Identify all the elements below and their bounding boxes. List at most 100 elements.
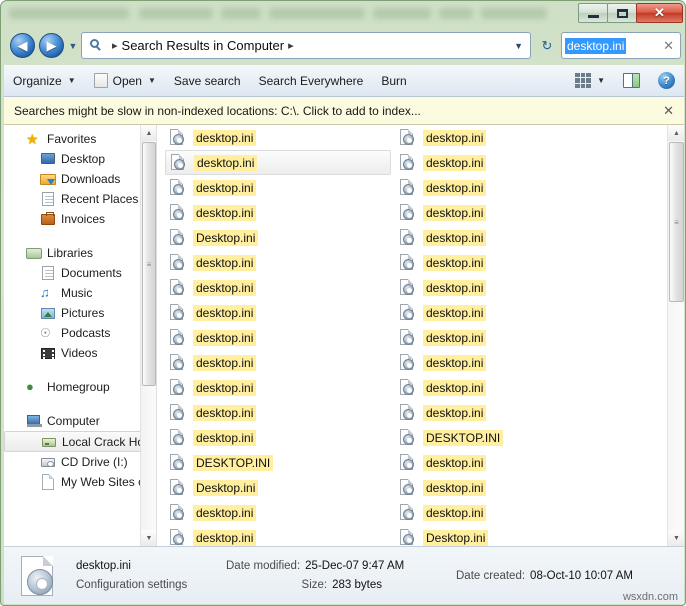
list-item[interactable]: desktop.ini <box>165 525 395 546</box>
file-column: desktop.ini desktop.ini desktop.ini desk… <box>165 125 395 546</box>
sidebar-item-recent-places[interactable]: Recent Places <box>4 189 156 209</box>
help-button[interactable]: ? <box>649 65 684 96</box>
burn-button[interactable]: Burn <box>372 65 415 96</box>
maximize-button[interactable] <box>607 3 637 23</box>
list-item[interactable]: DESKTOP.INI <box>395 425 625 450</box>
sidebar-item-favorites[interactable]: ★ Favorites <box>4 129 156 149</box>
sidebar-item-documents[interactable]: Documents <box>4 263 156 283</box>
file-name-label: desktop.ini <box>423 254 487 271</box>
sidebar-item-music[interactable]: ♫ Music <box>4 283 156 303</box>
list-item[interactable]: desktop.ini <box>165 200 395 225</box>
file-name-label: desktop.ini <box>423 304 487 321</box>
file-list-scrollbar[interactable]: ▲ ≡ ▼ <box>667 125 684 546</box>
change-view-button[interactable]: ▼ <box>566 65 614 96</box>
list-item[interactable]: desktop.ini <box>395 175 625 200</box>
address-bar: ◀ ▶ ▼ ▸ Search Results in Computer ▸ ▼ ↻… <box>1 27 685 65</box>
nav-group-computer: Computer Local Crack Hou CD Drive (I:) M… <box>4 411 156 492</box>
cd-drive-icon <box>40 454 56 470</box>
breadcrumb[interactable]: ▸ Search Results in Computer ▸ ▼ <box>81 32 531 59</box>
list-item[interactable]: desktop.ini <box>165 275 395 300</box>
file-name-label: desktop.ini <box>193 429 257 446</box>
list-item[interactable]: desktop.ini <box>395 275 625 300</box>
recent-pages-dropdown[interactable]: ▼ <box>67 41 79 51</box>
scroll-up-button[interactable]: ▲ <box>141 125 156 141</box>
list-item[interactable]: desktop.ini <box>165 325 395 350</box>
list-item[interactable]: Desktop.ini <box>165 475 395 500</box>
scroll-down-button[interactable]: ▼ <box>141 530 156 546</box>
save-search-button[interactable]: Save search <box>165 65 250 96</box>
window-controls: ✕ <box>578 3 683 23</box>
breadcrumb-trailing-separator-icon[interactable]: ▸ <box>288 39 294 52</box>
sidebar-item-computer[interactable]: Computer <box>4 411 156 431</box>
navigation-pane-scrollbar[interactable]: ▲ ≡ ▼ <box>140 125 156 546</box>
list-item[interactable]: desktop.ini <box>395 375 625 400</box>
scroll-down-button[interactable]: ▼ <box>668 530 684 546</box>
sidebar-label: Pictures <box>61 306 105 320</box>
file-name-label: desktop.ini <box>423 454 487 471</box>
list-item[interactable]: desktop.ini <box>395 200 625 225</box>
list-item[interactable]: desktop.ini <box>395 350 625 375</box>
sidebar-item-pictures[interactable]: Pictures <box>4 303 156 323</box>
list-item[interactable]: desktop.ini <box>165 400 395 425</box>
sidebar-item-cd-drive[interactable]: CD Drive (I:) <box>4 452 156 472</box>
refresh-button[interactable]: ↻ <box>535 33 559 58</box>
sidebar-item-desktop[interactable]: Desktop <box>4 149 156 169</box>
sidebar-item-downloads[interactable]: Downloads <box>4 169 156 189</box>
minimize-button[interactable] <box>578 3 608 23</box>
search-everywhere-button[interactable]: Search Everywhere <box>250 65 373 96</box>
chevron-up-icon: ▲ <box>145 129 153 137</box>
list-item[interactable]: desktop.ini <box>395 450 625 475</box>
back-button[interactable]: ◀ <box>10 33 35 58</box>
list-item[interactable]: DESKTOP.INI <box>165 450 395 475</box>
list-item[interactable]: Desktop.ini <box>395 525 625 546</box>
sidebar-item-videos[interactable]: Videos <box>4 343 156 363</box>
list-item[interactable]: desktop.ini <box>165 250 395 275</box>
list-item[interactable]: desktop.ini <box>395 500 625 525</box>
list-item[interactable]: desktop.ini <box>395 475 625 500</box>
scrollbar-thumb[interactable]: ≡ <box>669 142 684 302</box>
file-name-label: desktop.ini <box>193 129 257 146</box>
ini-file-icon <box>169 503 187 522</box>
list-item[interactable]: Desktop.ini <box>165 225 395 250</box>
list-item[interactable]: desktop.ini <box>395 125 625 150</box>
explorer-window: ✕ ◀ ▶ ▼ ▸ Search Results in Computer ▸ ▼… <box>0 0 686 606</box>
ini-file-icon <box>399 178 417 197</box>
index-notification-bar[interactable]: Searches might be slow in non-indexed lo… <box>4 97 684 125</box>
organize-button[interactable]: Organize ▼ <box>4 65 85 96</box>
search-input[interactable]: desktop.ini ✕ <box>561 32 681 59</box>
list-item[interactable]: desktop.ini <box>395 300 625 325</box>
list-item[interactable]: desktop.ini <box>165 175 395 200</box>
close-button[interactable]: ✕ <box>636 3 683 23</box>
list-item[interactable]: desktop.ini <box>165 425 395 450</box>
file-name-label: DESKTOP.INI <box>423 429 504 446</box>
list-item[interactable]: desktop.ini <box>395 150 625 175</box>
list-item[interactable]: desktop.ini <box>165 375 395 400</box>
ini-file-icon <box>399 378 417 397</box>
sidebar-item-invoices[interactable]: Invoices <box>4 209 156 229</box>
clear-search-icon[interactable]: ✕ <box>663 38 677 54</box>
list-item[interactable]: desktop.ini <box>395 225 625 250</box>
sidebar-item-libraries[interactable]: Libraries <box>4 243 156 263</box>
open-button[interactable]: Open ▼ <box>85 65 165 96</box>
chevron-down-icon[interactable]: ▼ <box>514 41 526 51</box>
file-list-view[interactable]: desktop.ini desktop.ini desktop.ini desk… <box>157 125 684 546</box>
list-item[interactable]: desktop.ini <box>165 300 395 325</box>
scroll-up-button[interactable]: ▲ <box>668 125 684 141</box>
ini-file-icon <box>169 428 187 447</box>
sidebar-item-my-web-sites[interactable]: My Web Sites on <box>4 472 156 492</box>
ini-file-icon <box>399 503 417 522</box>
preview-pane-button[interactable] <box>614 65 649 96</box>
list-item[interactable]: desktop.ini <box>395 250 625 275</box>
sidebar-item-homegroup[interactable]: ● Homegroup <box>4 377 156 397</box>
list-item[interactable]: desktop.ini <box>395 325 625 350</box>
list-item[interactable]: desktop.ini <box>165 350 395 375</box>
list-item[interactable]: desktop.ini <box>165 125 395 150</box>
sidebar-item-local-disk[interactable]: Local Crack Hou <box>4 431 156 452</box>
scrollbar-thumb[interactable]: ≡ <box>142 142 156 386</box>
sidebar-item-podcasts[interactable]: ☉ Podcasts <box>4 323 156 343</box>
forward-button[interactable]: ▶ <box>39 33 64 58</box>
list-item[interactable]: desktop.ini <box>165 150 391 175</box>
list-item[interactable]: desktop.ini <box>165 500 395 525</box>
list-item[interactable]: desktop.ini <box>395 400 625 425</box>
close-icon[interactable]: ✕ <box>663 103 674 119</box>
